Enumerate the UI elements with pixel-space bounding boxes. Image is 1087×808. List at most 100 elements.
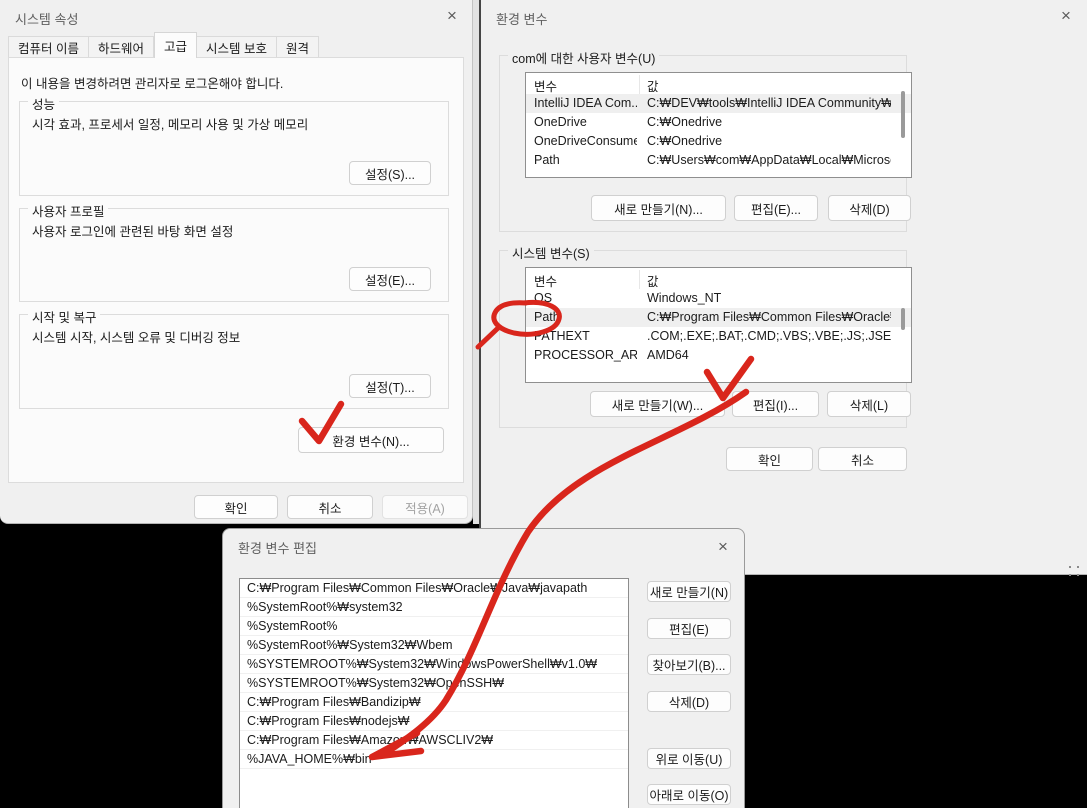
close-icon[interactable]: × [1051, 4, 1081, 28]
system-delete-button[interactable]: 삭제(L) [827, 391, 911, 417]
column-header-value: 값 [647, 80, 659, 94]
user-profiles-settings-button[interactable]: 설정(E)... [349, 267, 431, 291]
window-edit-environment-variable: 환경 변수 편집 × C:₩Program Files₩Common Files… [222, 528, 745, 808]
cell-name: OneDriveConsumer [534, 134, 637, 148]
table-header: 변수 값 [526, 268, 911, 289]
window-environment-variables: 환경 변수 × com에 대한 사용자 변수(U) 변수 값 IntelliJ … [479, 0, 1087, 575]
list-edit-button[interactable]: 편집(E) [647, 618, 731, 639]
ok-button[interactable]: 확인 [726, 447, 813, 471]
cell-name: OS [534, 291, 553, 305]
user-variables-legend: com에 대한 사용자 변수(U) [508, 48, 660, 67]
list-item[interactable]: %SystemRoot%₩system32 [240, 598, 628, 617]
table-row[interactable]: IntelliJ IDEA Com... C:₩DEV₩tools₩Intell… [526, 94, 911, 113]
cell-value: .COM;.EXE;.BAT;.CMD;.VBS;.VBE;.JS;.JSE;.… [647, 329, 891, 343]
close-icon[interactable]: × [708, 535, 738, 559]
cell-name: Path [534, 153, 560, 167]
cell-name: OneDrive [534, 115, 587, 129]
system-edit-button[interactable]: 편집(I)... [732, 391, 819, 417]
list-item[interactable]: %SYSTEMROOT%₩System32₩WindowsPowerShell₩… [240, 655, 628, 674]
list-item[interactable]: C:₩Program Files₩Amazon₩AWSCLIV2₩ [240, 731, 628, 750]
scrollbar-thumb[interactable] [901, 308, 905, 330]
list-item[interactable]: %SYSTEMROOT%₩System32₩OpenSSH₩ [240, 674, 628, 693]
list-move-up-button[interactable]: 위로 이동(U) [647, 748, 731, 769]
list-item[interactable]: %JAVA_HOME%₩bin [240, 750, 628, 769]
system-variables-table[interactable]: 변수 값 OS Windows_NT Path C:₩Program Files… [525, 267, 912, 383]
cell-name: Path [534, 310, 560, 324]
performance-group: 성능 시각 효과, 프로세서 일정, 메모리 사용 및 가상 메모리 설정(S)… [19, 94, 449, 196]
admin-notice: 이 내용을 변경하려면 관리자로 로그온해야 합니다. [21, 77, 284, 91]
list-move-down-button[interactable]: 아래로 이동(O) [647, 784, 731, 805]
tab-strip: 컴퓨터 이름 하드웨어 고급 시스템 보호 원격 [8, 32, 320, 58]
cell-value: AMD64 [647, 348, 689, 362]
system-new-button[interactable]: 새로 만들기(W)... [590, 391, 725, 417]
tab-system-protection[interactable]: 시스템 보호 [197, 36, 277, 58]
system-variables-legend: 시스템 변수(S) [508, 243, 594, 262]
tab-advanced[interactable]: 고급 [154, 32, 198, 58]
list-item[interactable]: C:₩Program Files₩Common Files₩Oracle₩Jav… [240, 579, 628, 598]
list-item[interactable]: C:₩Program Files₩nodejs₩ [240, 712, 628, 731]
user-profiles-desc: 사용자 로그인에 관련된 바탕 화면 설정 [32, 225, 234, 239]
environment-variables-button[interactable]: 환경 변수(N)... [298, 427, 444, 453]
window-title: 환경 변수 편집 [238, 541, 317, 556]
user-edit-button[interactable]: 편집(E)... [734, 195, 818, 221]
performance-legend: 성능 [28, 94, 60, 113]
user-profiles-group: 사용자 프로필 사용자 로그인에 관련된 바탕 화면 설정 설정(E)... [19, 201, 449, 302]
cell-name: IntelliJ IDEA Com... [534, 96, 637, 110]
user-variables-group: com에 대한 사용자 변수(U) 변수 값 IntelliJ IDEA Com… [499, 48, 912, 232]
cell-value: C:₩Program Files₩Common Files₩Oracle₩... [647, 310, 891, 324]
table-row[interactable]: OneDriveConsumer C:₩Onedrive [526, 132, 911, 151]
column-header-name: 변수 [534, 80, 558, 94]
cell-value: Windows_NT [647, 291, 722, 305]
tab-hardware[interactable]: 하드웨어 [88, 36, 154, 58]
cell-value: C:₩Onedrive [647, 115, 723, 129]
column-divider [639, 75, 640, 94]
performance-settings-button[interactable]: 설정(S)... [349, 161, 431, 185]
list-item[interactable]: %SystemRoot% [240, 617, 628, 636]
table-row[interactable]: PATHEXT .COM;.EXE;.BAT;.CMD;.VBS;.VBE;.J… [526, 327, 911, 346]
user-variables-table[interactable]: 변수 값 IntelliJ IDEA Com... C:₩DEV₩tools₩I… [525, 72, 912, 178]
window-title: 시스템 속성 [15, 12, 79, 27]
table-row[interactable]: Path C:₩Program Files₩Common Files₩Oracl… [526, 308, 911, 327]
column-divider [639, 270, 640, 289]
cancel-button[interactable]: 취소 [287, 495, 373, 519]
cell-value: C:₩Users₩com₩AppData₩Local₩Microsoft... [647, 153, 891, 167]
startup-recovery-desc: 시스템 시작, 시스템 오류 및 디버깅 정보 [32, 331, 241, 345]
startup-recovery-legend: 시작 및 복구 [28, 307, 101, 326]
path-list[interactable]: C:₩Program Files₩Common Files₩Oracle₩Jav… [239, 578, 629, 808]
window-system-properties: 시스템 속성 × 컴퓨터 이름 하드웨어 고급 시스템 보호 원격 이 내용을 … [0, 0, 473, 524]
tab-computer-name[interactable]: 컴퓨터 이름 [8, 36, 89, 58]
desktop: 시스템 속성 × 컴퓨터 이름 하드웨어 고급 시스템 보호 원격 이 내용을 … [0, 0, 1087, 808]
scrollbar-thumb[interactable] [901, 91, 905, 138]
system-variables-group: 시스템 변수(S) 변수 값 OS Windows_NT Path C:₩Pro… [499, 243, 912, 428]
close-icon[interactable]: × [437, 4, 467, 28]
apply-button: 적용(A) [382, 495, 468, 519]
cell-name: PATHEXT [534, 329, 590, 343]
list-item[interactable]: C:₩Program Files₩Bandizip₩ [240, 693, 628, 712]
table-row[interactable]: OS Windows_NT [526, 289, 911, 308]
performance-desc: 시각 효과, 프로세서 일정, 메모리 사용 및 가상 메모리 [32, 118, 309, 132]
table-header: 변수 값 [526, 73, 911, 94]
user-new-button[interactable]: 새로 만들기(N)... [591, 195, 726, 221]
cancel-button[interactable]: 취소 [818, 447, 907, 471]
cell-value: C:₩Onedrive [647, 134, 723, 148]
startup-recovery-group: 시작 및 복구 시스템 시작, 시스템 오류 및 디버깅 정보 설정(T)... [19, 307, 449, 409]
list-delete-button[interactable]: 삭제(D) [647, 691, 731, 712]
user-profiles-legend: 사용자 프로필 [28, 201, 109, 220]
tab-remote[interactable]: 원격 [277, 36, 320, 58]
advanced-tab-page: 이 내용을 변경하려면 관리자로 로그온해야 합니다. 성능 시각 효과, 프로… [8, 57, 464, 483]
user-delete-button[interactable]: 삭제(D) [828, 195, 911, 221]
resize-grip-icon[interactable] [1077, 566, 1079, 568]
list-browse-button[interactable]: 찾아보기(B)... [647, 654, 731, 675]
ok-button[interactable]: 확인 [194, 495, 278, 519]
list-new-button[interactable]: 새로 만들기(N) [647, 581, 731, 602]
cell-value: C:₩DEV₩tools₩IntelliJ IDEA Community₩I..… [647, 96, 891, 110]
column-header-name: 변수 [534, 275, 558, 289]
window-title: 환경 변수 [496, 12, 548, 27]
table-row[interactable]: PROCESSOR_ARC... AMD64 [526, 346, 911, 365]
startup-recovery-settings-button[interactable]: 설정(T)... [349, 374, 431, 398]
table-row[interactable]: Path C:₩Users₩com₩AppData₩Local₩Microsof… [526, 151, 911, 170]
column-header-value: 값 [647, 275, 659, 289]
list-item[interactable]: %SystemRoot%₩System32₩Wbem [240, 636, 628, 655]
table-row[interactable]: OneDrive C:₩Onedrive [526, 113, 911, 132]
cell-name: PROCESSOR_ARC... [534, 348, 637, 362]
